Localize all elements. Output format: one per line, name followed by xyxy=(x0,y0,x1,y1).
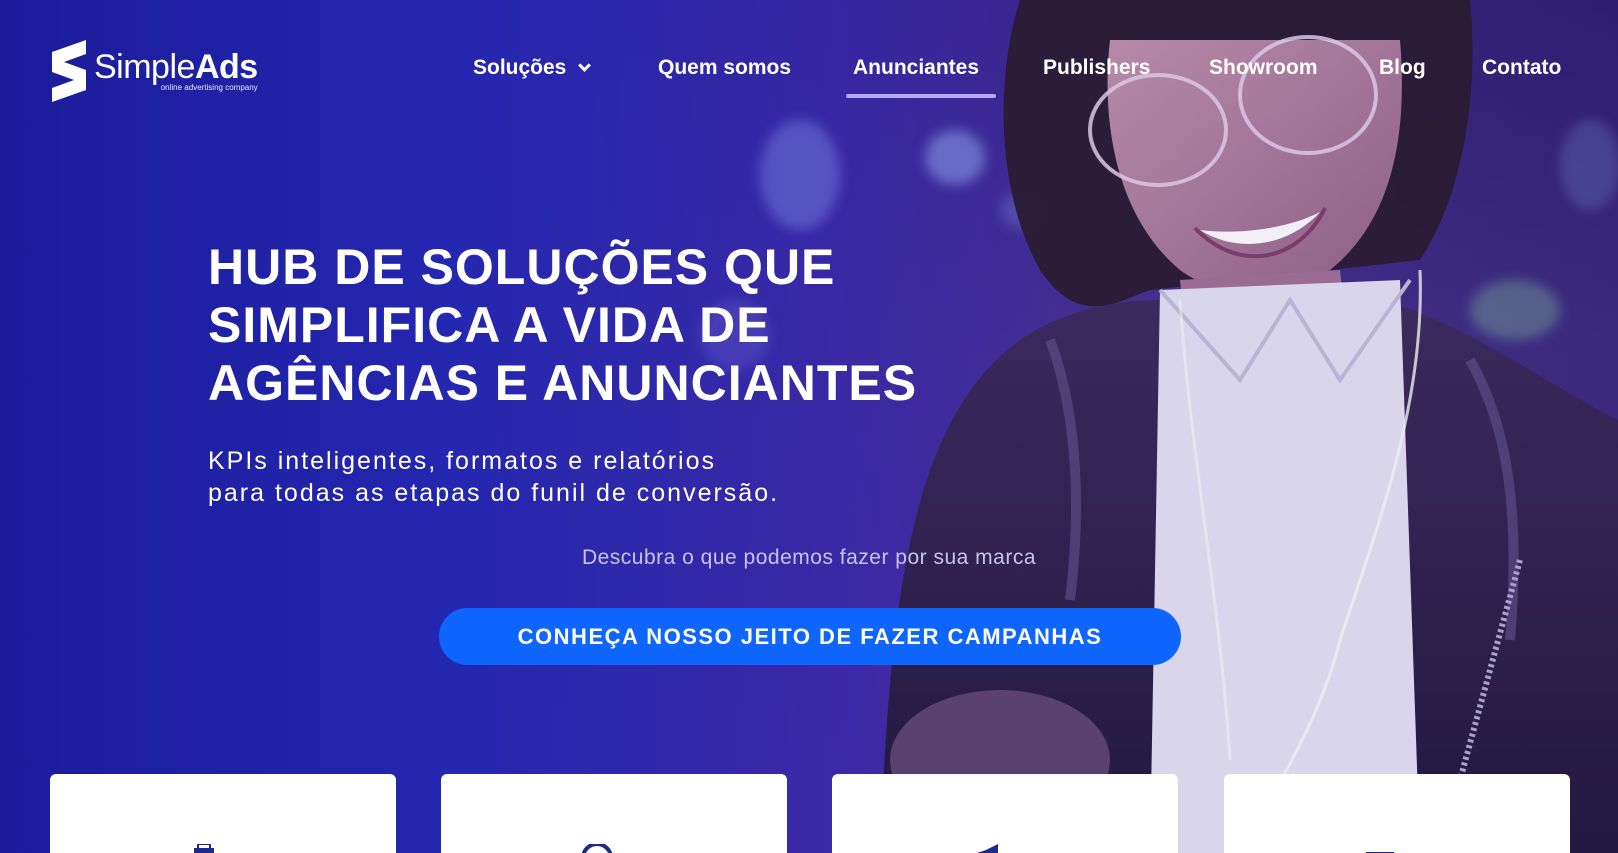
nav-item-publishers[interactable]: Publishers xyxy=(1043,56,1150,80)
hero-headline-line: HUB DE SOLUÇÕES QUE xyxy=(208,239,836,295)
hero-subtitle-line: KPIs inteligentes, formatos e relatórios xyxy=(208,447,716,475)
hero-subtitle: KPIs inteligentes, formatos e relatórios… xyxy=(208,445,779,509)
logo-mark-icon xyxy=(52,40,86,102)
nav-item-contato[interactable]: Contato xyxy=(1482,56,1561,80)
nav-item-showroom[interactable]: Showroom xyxy=(1209,56,1318,80)
feature-card[interactable] xyxy=(441,774,787,853)
discover-text: Descubra o que podemos fazer por sua mar… xyxy=(581,546,1037,569)
monitor-icon xyxy=(1366,852,1394,853)
nav-item-solucoes[interactable]: Soluções xyxy=(473,56,592,80)
megaphone-icon xyxy=(977,844,998,853)
nav-item-quem-somos[interactable]: Quem somos xyxy=(658,56,791,80)
chevron-down-icon xyxy=(578,59,592,72)
hero-subtitle-line: para todas as etapas do funil de convers… xyxy=(208,479,780,507)
feature-card[interactable] xyxy=(1224,774,1570,853)
hero-headline-line: SIMPLIFICA A VIDA DE xyxy=(208,297,771,353)
logo-name: SimpleAds xyxy=(94,48,258,86)
cta-button[interactable]: CONHEÇA NOSSO JEITO DE FAZER CAMPANHAS xyxy=(439,608,1181,665)
feature-card[interactable] xyxy=(50,774,396,853)
nav-active-indicator xyxy=(846,94,996,98)
hero-background xyxy=(0,0,1618,853)
circle-icon xyxy=(581,844,613,853)
logo[interactable]: SimpleAds online advertising company xyxy=(52,40,258,102)
nav-item-blog[interactable]: Blog xyxy=(1379,56,1426,80)
hero-headline: HUB DE SOLUÇÕES QUE SIMPLIFICA A VIDA DE… xyxy=(208,238,917,412)
nav-item-anunciantes[interactable]: Anunciantes xyxy=(853,56,979,80)
feature-card[interactable] xyxy=(832,774,1178,853)
hero-person-photo xyxy=(880,0,1618,853)
printer-icon xyxy=(194,844,214,853)
hero-headline-line: AGÊNCIAS E ANUNCIANTES xyxy=(208,355,918,411)
